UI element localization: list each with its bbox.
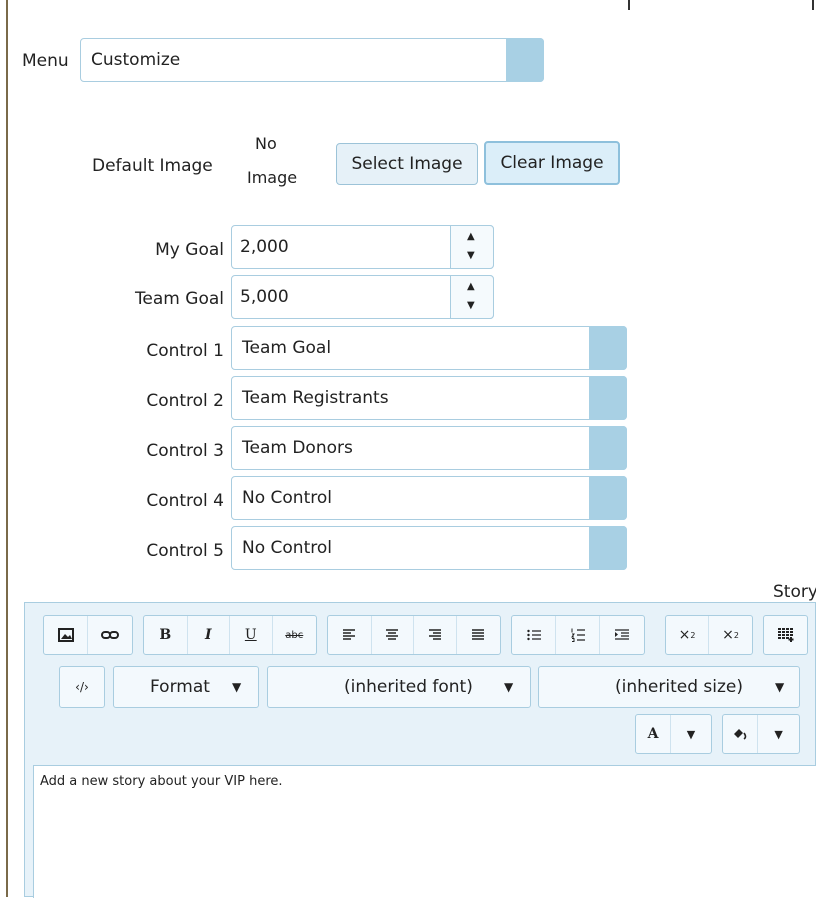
control-3-dropdown[interactable]: Team Donors (231, 426, 627, 470)
dropdown-arrow-icon[interactable] (589, 526, 627, 570)
strikethrough-icon[interactable]: abc (273, 616, 316, 654)
table-icon[interactable] (764, 616, 807, 654)
menu-dropdown-value: Customize (91, 50, 181, 70)
align-center-icon[interactable] (372, 616, 415, 654)
story-content-text: Add a new story about your VIP here. (40, 774, 283, 789)
highlight-color-control: ▼ (722, 714, 800, 754)
image-icon[interactable] (44, 616, 89, 654)
left-border (6, 0, 8, 897)
dropdown-arrow-icon[interactable] (589, 326, 627, 370)
control-1-value: Team Goal (242, 338, 332, 358)
no-image-text-line2: Image (247, 168, 298, 187)
clear-image-button[interactable]: Clear Image (484, 141, 620, 185)
control-4-label: Control 4 (146, 491, 224, 511)
top-edge-mark (812, 0, 814, 10)
toolbar-group-table (763, 615, 808, 655)
caret-up-icon[interactable]: ▲ (467, 231, 475, 242)
caret-down-icon[interactable]: ▼ (504, 680, 513, 694)
control-5-value: No Control (242, 538, 332, 558)
view-html-icon[interactable]: ‹/› (60, 667, 104, 707)
control-3-value: Team Donors (242, 438, 353, 458)
story-content-area[interactable]: Add a new story about your VIP here. (33, 765, 816, 898)
default-image-label: Default Image (92, 156, 213, 176)
story-editor: B I U abc × 2 × 2 ‹/› Format ▼ (inherite… (24, 602, 816, 898)
control-5-dropdown[interactable]: No Control (231, 526, 627, 570)
control-1-dropdown[interactable]: Team Goal (231, 326, 627, 370)
numbered-list-icon[interactable] (556, 616, 600, 654)
control-4-value: No Control (242, 488, 332, 508)
superscript-icon[interactable]: × 2 (709, 616, 752, 654)
caret-down-icon[interactable]: ▼ (775, 680, 784, 694)
select-image-button[interactable]: Select Image (336, 143, 478, 185)
dropdown-arrow-icon[interactable] (589, 376, 627, 420)
no-image-text-line1: No (255, 134, 277, 153)
dropdown-arrow-icon[interactable] (589, 476, 627, 520)
team-goal-label: Team Goal (134, 289, 224, 309)
indent-icon[interactable] (600, 616, 644, 654)
menu-label: Menu (22, 51, 69, 71)
toolbar-group-align (327, 615, 501, 655)
toolbar-group-lists (511, 615, 645, 655)
top-edge-mark (628, 0, 630, 10)
bold-icon[interactable]: B (144, 616, 188, 654)
team-goal-spinner[interactable]: ▲ ▼ (450, 275, 494, 319)
my-goal-spinner[interactable]: ▲ ▼ (450, 225, 494, 269)
team-goal-value: 5,000 (240, 287, 289, 307)
caret-up-icon[interactable]: ▲ (467, 281, 475, 292)
dropdown-arrow-icon[interactable] (589, 426, 627, 470)
control-2-dropdown[interactable]: Team Registrants (231, 376, 627, 420)
caret-down-icon[interactable]: ▼ (758, 715, 799, 753)
font-select[interactable]: (inherited font) ▼ (267, 666, 531, 708)
format-select[interactable]: Format ▼ (113, 666, 259, 708)
toolbar-group-insert (43, 615, 133, 655)
size-select-value: (inherited size) (615, 677, 743, 697)
toolbar-group-html: ‹/› (59, 666, 105, 708)
size-select[interactable]: (inherited size) ▼ (538, 666, 800, 708)
my-goal-input[interactable]: 2,000 ▲ ▼ (231, 225, 494, 269)
align-left-icon[interactable] (328, 616, 372, 654)
format-select-value: Format (150, 677, 210, 697)
control-5-label: Control 5 (146, 541, 224, 561)
dropdown-arrow-icon[interactable] (506, 38, 544, 82)
control-3-label: Control 3 (146, 441, 224, 461)
justify-icon[interactable] (457, 616, 500, 654)
caret-down-icon[interactable]: ▼ (671, 715, 711, 753)
toolbar-group-text-style: B I U abc (143, 615, 317, 655)
caret-down-icon[interactable]: ▼ (467, 300, 475, 311)
story-label: Story (773, 582, 816, 602)
menu-dropdown[interactable]: Customize (80, 38, 544, 82)
highlight-color-icon[interactable] (723, 715, 759, 753)
my-goal-value: 2,000 (240, 237, 289, 257)
caret-down-icon[interactable]: ▼ (467, 250, 475, 261)
caret-down-icon[interactable]: ▼ (232, 680, 241, 694)
my-goal-label: My Goal (155, 240, 224, 260)
bullet-list-icon[interactable] (512, 616, 557, 654)
control-2-value: Team Registrants (242, 388, 389, 408)
control-2-label: Control 2 (146, 391, 224, 411)
toolbar-group-script: × 2 × 2 (665, 615, 753, 655)
control-1-label: Control 1 (146, 341, 224, 361)
align-right-icon[interactable] (414, 616, 457, 654)
subscript-icon[interactable]: × 2 (666, 616, 710, 654)
font-color-control: A ▼ (635, 714, 712, 754)
control-4-dropdown[interactable]: No Control (231, 476, 627, 520)
link-icon[interactable] (88, 616, 132, 654)
underline-icon[interactable]: U (230, 616, 273, 654)
font-select-value: (inherited font) (344, 677, 473, 697)
italic-icon[interactable]: I (188, 616, 231, 654)
team-goal-input[interactable]: 5,000 ▲ ▼ (231, 275, 494, 319)
font-color-icon[interactable]: A (636, 715, 672, 753)
